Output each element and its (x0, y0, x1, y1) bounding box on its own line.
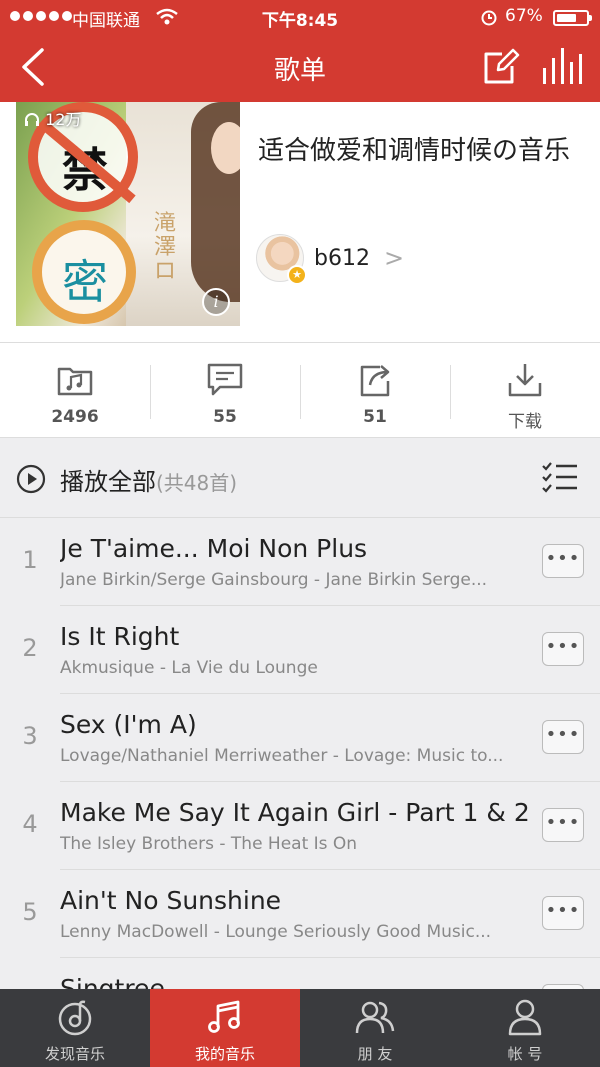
song-index: 2 (22, 634, 38, 662)
song-title: Is It Right (60, 622, 180, 651)
creator-link[interactable]: ★ b612 > (256, 232, 405, 285)
song-title: Make Me Say It Again Girl - Part 1 & 2 (60, 798, 530, 827)
battery-fill (557, 14, 576, 22)
ban-badge-text: 禁 (62, 143, 108, 197)
discover-music-icon (58, 1000, 92, 1036)
song-subtitle: The Isley Brothers - The Heat Is On (60, 834, 358, 854)
creator-name: b612 (314, 245, 370, 271)
play-all-text: 播放全部 (60, 468, 156, 496)
tab-label: 我的音乐 (194, 1045, 255, 1063)
song-title: Sex (I'm A) (60, 710, 197, 739)
tab-account[interactable]: 帐 号 (450, 989, 600, 1067)
share-count: 51 (363, 407, 387, 427)
my-music-icon (208, 1000, 240, 1033)
comment-button[interactable]: 55 (150, 343, 300, 437)
tab-discover[interactable]: 发现音乐 (0, 989, 150, 1067)
tab-bar: 发现音乐 我的音乐 朋 友 帐 号 (0, 989, 600, 1067)
tab-my-music[interactable]: 我的音乐 (150, 989, 300, 1067)
play-count-label: 12万 (45, 110, 82, 129)
collect-button[interactable]: 2496 (0, 343, 150, 437)
playlist-cover[interactable]: 滝澤ロ 禁 密 12万 i (16, 102, 240, 326)
star-icon: ★ (287, 265, 307, 285)
more-button[interactable]: ••• (542, 896, 584, 930)
song-row[interactable]: 3 Sex (I'm A) Lovage/Nathaniel Merriweat… (0, 694, 600, 782)
secret-badge: 密 (32, 220, 136, 324)
download-icon (508, 364, 542, 397)
more-button[interactable]: ••• (542, 544, 584, 578)
play-all-row[interactable]: 播放全部(共48首) (0, 440, 600, 518)
collect-count: 2496 (51, 407, 99, 427)
play-all-label: 播放全部(共48首) (60, 462, 237, 497)
song-subtitle: Jane Birkin/Serge Gainsbourg - Jane Birk… (60, 570, 488, 590)
friends-icon (355, 1001, 395, 1034)
playlist-title: 适合做爱和调情时候の音乐 (258, 136, 571, 166)
chevron-right-icon: > (383, 244, 405, 272)
song-row[interactable]: 4 Make Me Say It Again Girl - Part 1 & 2… (0, 782, 600, 870)
share-button[interactable]: 51 (300, 343, 450, 437)
tab-label: 帐 号 (507, 1045, 543, 1063)
tab-friends[interactable]: 朋 友 (300, 989, 450, 1067)
equalizer-icon[interactable] (540, 46, 582, 86)
account-icon (508, 999, 542, 1036)
share-icon (360, 365, 390, 397)
download-button[interactable]: 下载 (450, 343, 600, 437)
more-button[interactable]: ••• (542, 720, 584, 754)
cover-text: 滝澤ロ (154, 211, 177, 284)
tab-label: 朋 友 (357, 1045, 393, 1063)
download-label: 下载 (508, 412, 542, 432)
playlist-header: 滝澤ロ 禁 密 12万 i 适合做爱和调情时候の音乐 ★ b612 > (0, 102, 600, 342)
info-icon[interactable]: i (202, 288, 230, 316)
song-subtitle: Lovage/Nathaniel Merriweather - Lovage: … (60, 746, 504, 766)
edit-icon[interactable] (482, 46, 520, 86)
multi-select-icon[interactable] (540, 460, 580, 496)
song-index: 3 (22, 722, 38, 750)
comment-icon (207, 363, 243, 396)
top-bar: 中国联通 下午8:45 67% 歌单 (0, 0, 600, 102)
battery-percent: 67% (505, 6, 543, 26)
song-row[interactable]: 5 Ain't No Sunshine Lenny MacDowell - Lo… (0, 870, 600, 958)
more-button[interactable]: ••• (542, 808, 584, 842)
action-row: 2496 55 51 下载 (0, 342, 600, 438)
headphones-icon (25, 113, 39, 126)
tab-label: 发现音乐 (44, 1045, 105, 1063)
secret-badge-text: 密 (62, 255, 108, 309)
more-button[interactable]: ••• (542, 632, 584, 666)
cover-face (211, 122, 240, 174)
play-circle-icon[interactable] (16, 464, 46, 494)
song-title: Je T'aime... Moi Non Plus (60, 534, 368, 563)
song-subtitle: Lenny MacDowell - Lounge Seriously Good … (60, 922, 492, 942)
song-index: 5 (22, 898, 38, 926)
comment-count: 55 (213, 407, 237, 427)
avatar: ★ (256, 234, 307, 285)
song-index: 1 (22, 546, 38, 574)
music-folder-icon (57, 367, 93, 396)
song-index: 4 (22, 810, 38, 838)
song-subtitle: Akmusique - La Vie du Lounge (60, 658, 318, 678)
battery-icon (553, 10, 592, 26)
song-count: (共48首) (156, 471, 238, 495)
status-bar: 中国联通 下午8:45 67% (0, 0, 600, 34)
song-row[interactable]: 1 Je T'aime... Moi Non Plus Jane Birkin/… (0, 518, 600, 606)
play-count: 12万 (24, 106, 81, 130)
song-list: 1 Je T'aime... Moi Non Plus Jane Birkin/… (0, 518, 600, 1046)
song-title: Ain't No Sunshine (60, 886, 282, 915)
song-row[interactable]: 2 Is It Right Akmusique - La Vie du Loun… (0, 606, 600, 694)
alarm-icon (481, 10, 497, 26)
